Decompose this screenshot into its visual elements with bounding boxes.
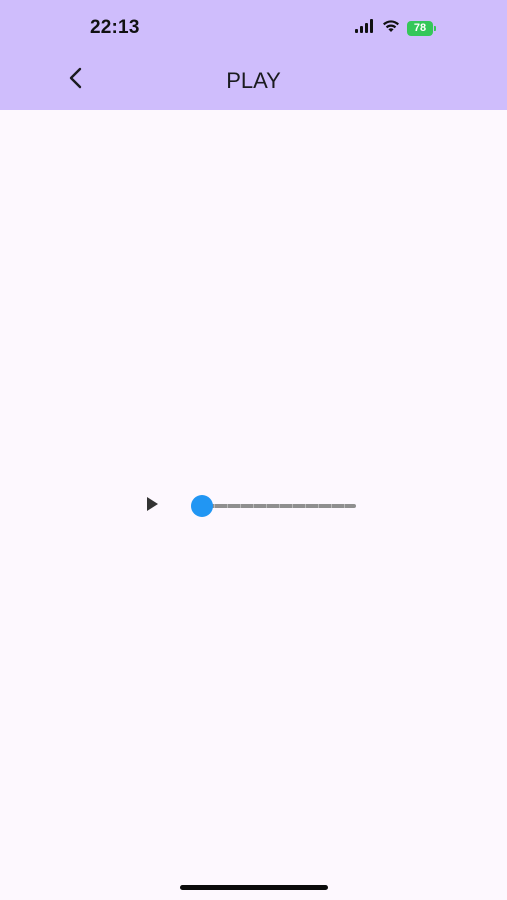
slider-track[interactable] xyxy=(202,504,356,508)
signal-icon xyxy=(355,18,375,38)
play-button[interactable] xyxy=(140,495,164,517)
progress-slider[interactable] xyxy=(191,494,356,518)
audio-player xyxy=(140,490,370,520)
battery-icon: 78 xyxy=(407,20,436,36)
top-app-bar: 22:13 78 PLAY xyxy=(0,0,507,110)
play-icon xyxy=(145,496,159,517)
page-title: PLAY xyxy=(226,68,281,93)
status-time: 22:13 xyxy=(90,17,140,38)
home-indicator[interactable] xyxy=(180,885,328,890)
slider-thumb[interactable] xyxy=(191,495,213,517)
status-icons: 78 xyxy=(355,18,436,38)
wifi-icon xyxy=(381,18,401,38)
battery-level: 78 xyxy=(413,22,427,34)
